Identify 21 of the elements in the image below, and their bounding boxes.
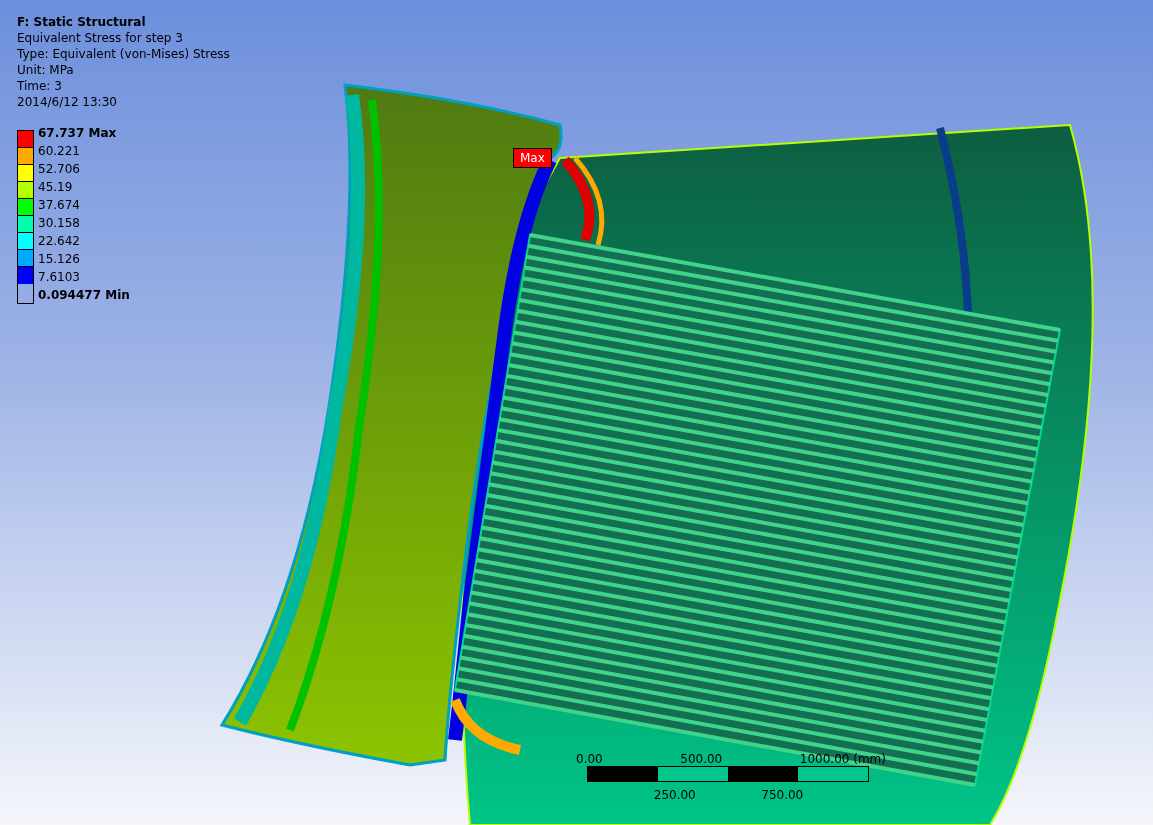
legend-value: 15.126 — [38, 251, 81, 268]
result-info-line: Type: Equivalent (von-Mises) Stress — [17, 46, 231, 62]
scale-value: 250.00 — [653, 787, 696, 802]
result-info-line: Equivalent Stress for step 3 — [17, 30, 184, 46]
scale-value: 750.00 — [761, 787, 804, 802]
legend-value: 67.737 Max — [38, 125, 118, 142]
result-title: F: Static Structural — [17, 14, 147, 30]
legend-value: 7.6103 — [38, 269, 81, 286]
scale-value: 0.00 — [576, 751, 603, 766]
legend-value: 22.642 — [38, 233, 81, 250]
legend-value: 52.706 — [38, 161, 81, 178]
legend-value: 37.674 — [38, 197, 81, 214]
scale-value: 500.00 — [680, 751, 723, 766]
result-info-line: Unit: MPa — [17, 62, 75, 78]
legend-value: 30.158 — [38, 215, 81, 232]
legend-value: 0.094477 Min — [38, 287, 130, 304]
result-info-line: Time: 3 — [17, 78, 63, 94]
legend-value: 60.221 — [38, 143, 81, 160]
result-info-line: 2014/6/12 13:30 — [17, 94, 118, 110]
max-probe-label: Max — [513, 148, 552, 168]
legend-value: 45.19 — [38, 179, 74, 196]
